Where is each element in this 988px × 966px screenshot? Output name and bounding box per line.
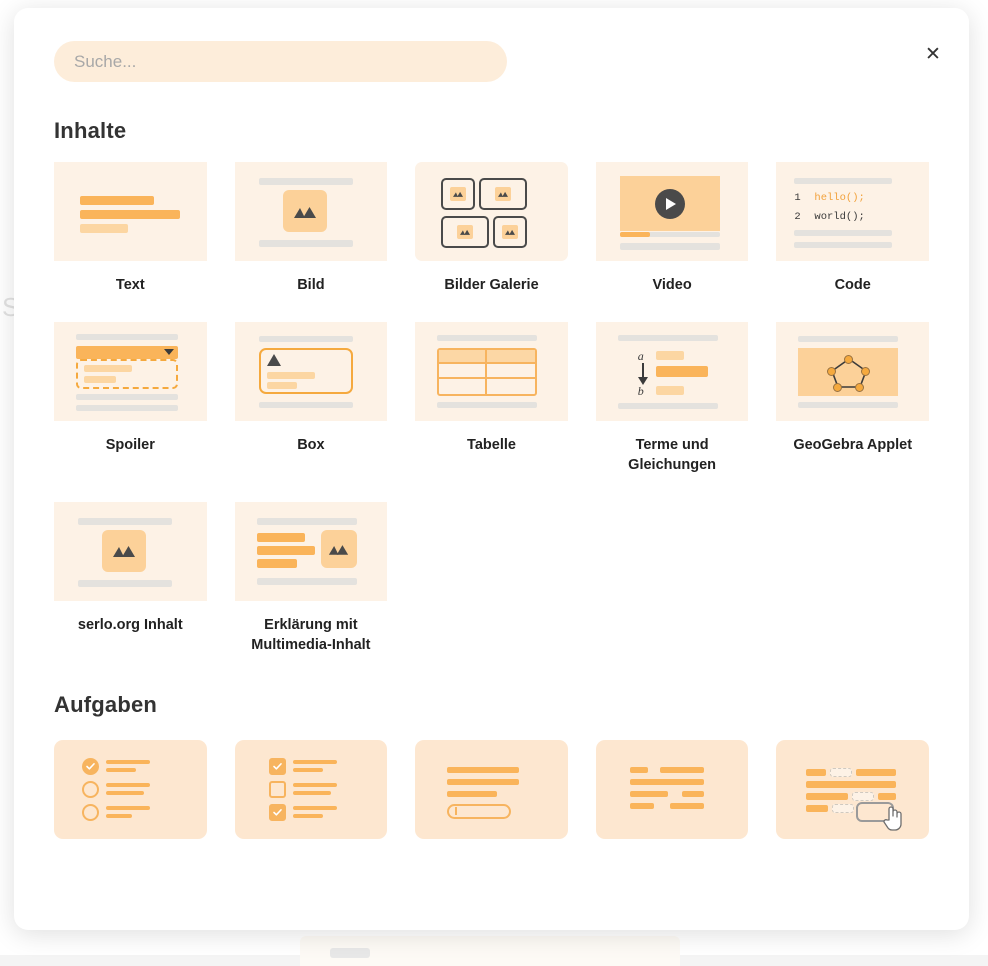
gallery-tile-preview — [415, 162, 568, 261]
spoiler-content-area — [76, 358, 178, 389]
section-title-aufgaben: Aufgaben — [54, 691, 158, 717]
plugin-label: Terme und Gleichungen — [628, 436, 716, 474]
mountain-icon — [293, 206, 316, 218]
radio-selected-icon — [82, 757, 99, 775]
single-choice-tile-preview — [54, 739, 207, 839]
plugin-tile-geogebra[interactable]: GeoGebra Applet — [776, 321, 929, 476]
mountain-icon — [498, 191, 509, 197]
plugin-tile-single-choice[interactable] — [54, 739, 207, 853]
mountain-icon — [328, 544, 349, 555]
text-tile-preview — [54, 162, 207, 261]
plugin-tile-input-exercise[interactable] — [415, 739, 568, 853]
search-bar — [14, 8, 969, 82]
checkbox-checked-icon — [268, 803, 286, 821]
image-placeholder-icon — [320, 529, 357, 568]
multiple-choice-tile-preview — [234, 739, 388, 839]
code-line-number-1: 1 — [794, 192, 801, 204]
close-icon[interactable]: ✕ — [919, 40, 947, 68]
hand-cursor-icon — [883, 806, 903, 831]
table-tile-preview — [415, 321, 568, 421]
mountain-icon — [113, 546, 135, 558]
geogebra-tile-preview — [776, 321, 929, 421]
table-grid — [437, 347, 538, 396]
plugin-list: Inhalte Text Bild Bilder Galerie Video 1… — [14, 118, 969, 853]
code-tile-preview: 1 hello(); 2 world(); — [776, 162, 929, 261]
answer-input-field — [447, 803, 512, 819]
plugin-tile-drag-drop[interactable] — [776, 739, 929, 853]
radio-icon — [82, 803, 99, 821]
plugin-tile-box[interactable]: Box — [234, 321, 388, 476]
plugin-label: Spoiler — [105, 436, 155, 453]
checkbox-checked-icon — [268, 757, 286, 775]
plugin-tile-serlo-inhalt[interactable]: serlo.org Inhalt — [54, 501, 207, 656]
plugin-tile-video[interactable]: Video — [595, 162, 749, 296]
term-letter-b: b — [637, 383, 644, 398]
plugin-tile-terme[interactable]: a b Terme und Gleichungen — [595, 321, 749, 476]
box-tile-preview — [234, 321, 388, 421]
mountain-icon — [505, 229, 516, 235]
plugin-label: Bild — [297, 277, 325, 293]
code-line-number-2: 2 — [794, 211, 801, 223]
background-panel-bar — [330, 948, 370, 958]
plugin-tile-bild[interactable]: Bild — [234, 162, 388, 296]
text-caret — [455, 807, 457, 816]
plugin-tile-spoiler[interactable]: Spoiler — [54, 321, 207, 476]
plugin-row-2: Spoiler Box Tabelle a b Terme und Gleich… — [54, 321, 929, 476]
plugin-row-4 — [54, 739, 929, 853]
gallery-frame-3 — [441, 216, 490, 248]
radio-icon — [82, 780, 99, 798]
plugin-label: GeoGebra Applet — [793, 436, 913, 453]
mountain-icon — [453, 191, 464, 197]
plugin-tile-code[interactable]: 1 hello(); 2 world(); Code — [776, 162, 929, 296]
equations-tile-preview: a b — [595, 321, 749, 421]
plugin-label: Code — [834, 277, 871, 293]
plugin-label: Box — [297, 436, 325, 453]
checkbox-icon — [268, 780, 286, 798]
code-line-text-1: hello(); — [814, 192, 865, 204]
plugin-label: Text — [115, 277, 145, 293]
plugin-tile-tabelle[interactable]: Tabelle — [415, 321, 568, 476]
image-placeholder-icon — [102, 529, 146, 572]
play-icon — [654, 189, 685, 219]
insert-plugin-modal: ✕ Inhalte Text — [14, 8, 969, 930]
multimedia-tile-preview — [234, 501, 388, 601]
plugin-label: Video — [652, 277, 692, 293]
drag-drop-tile-preview — [776, 739, 929, 839]
term-letter-a: a — [637, 348, 644, 363]
mountain-icon — [460, 229, 471, 235]
plugin-tile-multimedia[interactable]: Erklärung mit Multimedia-Inhalt — [234, 501, 388, 656]
text-exercise-tile-preview — [595, 739, 749, 839]
video-tile-preview — [595, 162, 749, 261]
plugin-row-1: Text Bild Bilder Galerie Video 1 hello()… — [54, 162, 929, 296]
gallery-frame-4 — [493, 216, 528, 248]
spoiler-tile-preview — [54, 321, 207, 421]
section-title-inhalte: Inhalte — [54, 118, 127, 143]
gallery-frame-2 — [479, 178, 528, 210]
image-placeholder-icon — [282, 190, 327, 232]
gallery-frame-1 — [441, 178, 476, 210]
chevron-down-icon — [164, 349, 174, 356]
search-input[interactable] — [54, 41, 507, 82]
plugin-label: serlo.org Inhalt — [77, 616, 183, 633]
plugin-label: Bilder Galerie — [444, 277, 539, 293]
plugin-tile-multiple-choice[interactable] — [234, 739, 388, 853]
input-exercise-tile-preview — [415, 739, 568, 839]
plugin-tile-bilder-galerie[interactable]: Bilder Galerie — [415, 162, 568, 296]
serlo-content-tile-preview — [54, 501, 207, 601]
plugin-tile-text-exercise[interactable] — [595, 739, 749, 853]
plugin-label: Tabelle — [467, 436, 516, 453]
code-line-text-2: world(); — [814, 211, 865, 223]
warning-icon — [266, 353, 281, 366]
image-tile-preview — [234, 162, 388, 261]
plugin-row-3: serlo.org Inhalt Erklärung mit Multimedi… — [54, 501, 929, 656]
plugin-label: Erklärung mit Multimedia-Inhalt — [251, 616, 371, 654]
plugin-tile-text[interactable]: Text — [54, 162, 207, 296]
